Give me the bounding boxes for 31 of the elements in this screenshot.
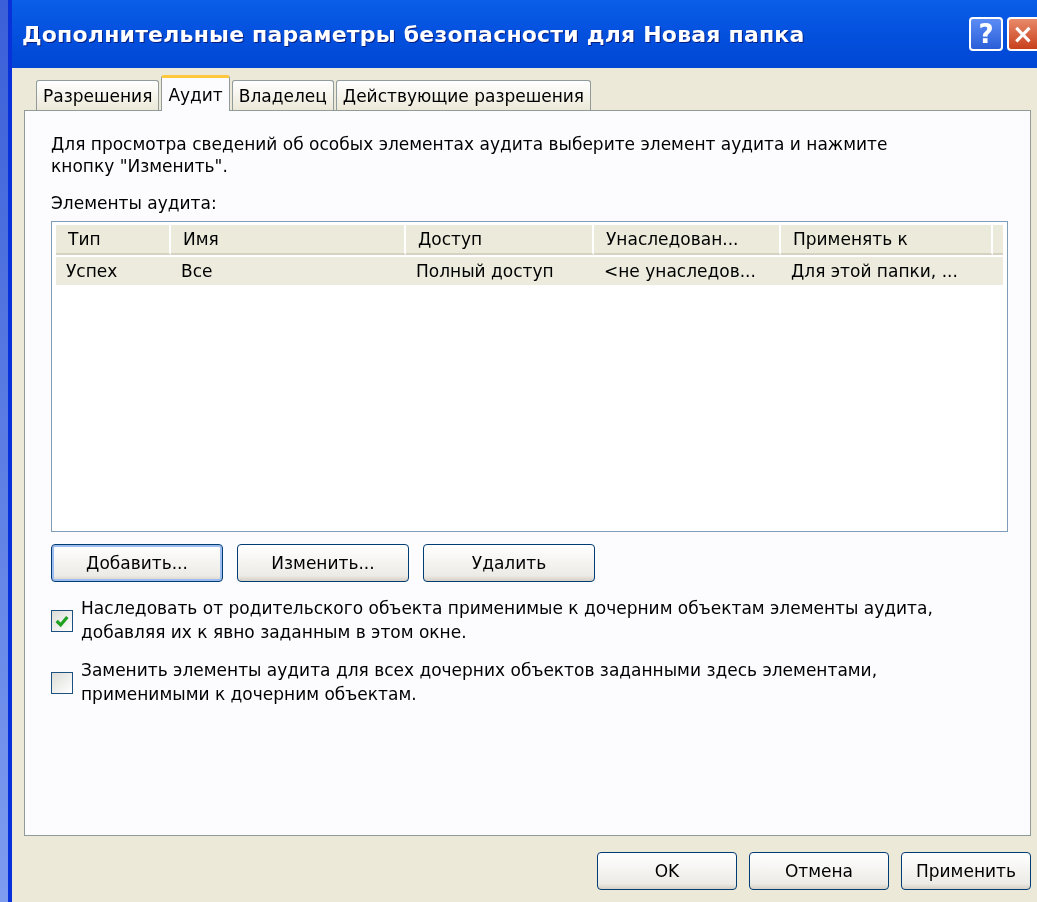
list-button[interactable]: Изменить... bbox=[237, 544, 409, 582]
column-header[interactable]: Применять к bbox=[781, 225, 993, 255]
table-cell-text: <не унаследов... bbox=[603, 261, 757, 281]
checkbox-label: Наследовать от родительского объекта применимые к дочерним объектам элементы аудита, добавляя их к явно заданным в этом окне. bbox=[81, 597, 934, 644]
checkbox[interactable] bbox=[51, 672, 73, 694]
dialog-button[interactable]: OK bbox=[597, 852, 737, 890]
tab[interactable]: Разрешения bbox=[36, 80, 160, 110]
column-header[interactable]: Тип bbox=[56, 225, 171, 255]
dialog-button[interactable]: Применить bbox=[901, 852, 1031, 890]
description-text: Для просмотра сведений об особых элементах аудита выберите элемент аудита и нажмите кнопку "Изменить". bbox=[51, 133, 889, 177]
checkbox-label: Заменить элементы аудита для всех дочерних объектов заданными здесь элементами, применимыми к дочерним объектам. bbox=[81, 659, 879, 706]
column-header[interactable]: Доступ bbox=[406, 225, 594, 255]
list-label: Элементы аудита: bbox=[51, 193, 218, 213]
tab[interactable]: Владелец bbox=[231, 80, 334, 110]
list-button[interactable]: Удалить bbox=[423, 544, 595, 582]
dialog-button[interactable]: Отмена bbox=[749, 852, 889, 890]
checkbox[interactable] bbox=[51, 610, 73, 632]
table-cell-text: Все bbox=[180, 261, 214, 281]
column-header[interactable]: Унаследован... bbox=[594, 225, 781, 255]
close-button[interactable]: × bbox=[1007, 17, 1037, 51]
table-cell-text: Для этой папки, ... bbox=[790, 261, 959, 281]
help-button[interactable]: ? bbox=[969, 17, 1003, 51]
tab[interactable]: Действующие разрешения bbox=[335, 80, 592, 110]
table-cell-text: Успех bbox=[65, 261, 119, 281]
check-icon bbox=[54, 613, 70, 629]
table-row[interactable]: Успех Все Полный доступ <не унаследов... Для этой папки, ... bbox=[56, 257, 1003, 285]
window-title: Дополнительные параметры безопасности для Новая папка bbox=[22, 21, 805, 47]
tab[interactable]: Аудит bbox=[161, 75, 230, 111]
table-cell-text: Полный доступ bbox=[415, 261, 555, 281]
column-header[interactable]: Имя bbox=[171, 225, 406, 255]
list-button[interactable]: Добавить... bbox=[51, 544, 223, 582]
